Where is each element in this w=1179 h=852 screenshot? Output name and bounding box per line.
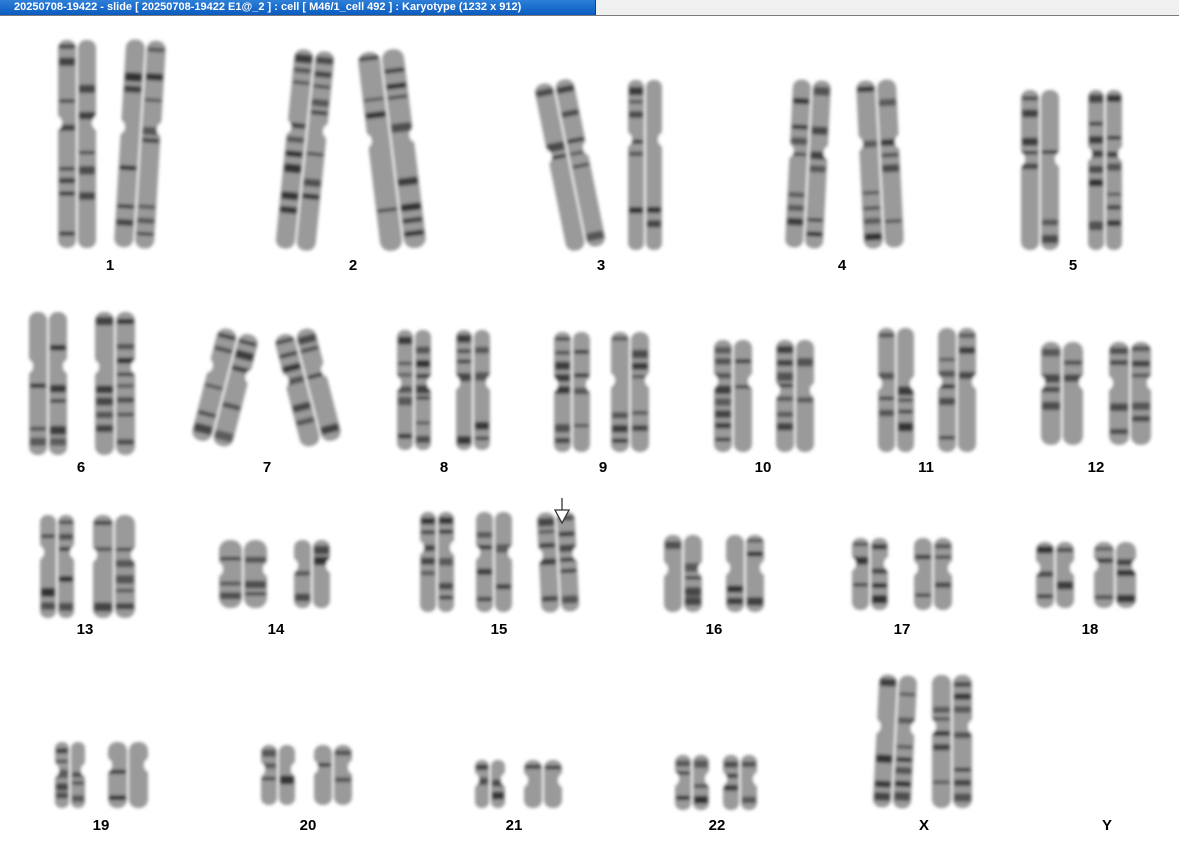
chromosome-5-copy-2[interactable]: [1080, 90, 1130, 250]
chromosome-18-copy-1[interactable]: [1028, 542, 1082, 608]
window-title-bar: 20250708-19422 - slide [ 20250708-19422 …: [0, 0, 1179, 16]
chromosome-16-copy-1[interactable]: [656, 535, 710, 612]
chromosome-20-copy-1[interactable]: [253, 745, 303, 805]
chromosome-label-6: 6: [76, 459, 86, 476]
chromosome-label-5: 5: [1068, 257, 1078, 274]
chromosome-label-16: 16: [705, 621, 723, 638]
chromosome-6-copy-2[interactable]: [87, 312, 143, 455]
chromosome-label-8: 8: [439, 459, 449, 476]
chromosome-17-copy-1[interactable]: [844, 538, 896, 610]
chromosome-4-copy-2[interactable]: [848, 79, 912, 250]
down-arrow-icon: [553, 498, 571, 525]
chromosome-14-copy-2[interactable]: [286, 540, 338, 608]
chromosome-label-21: 21: [505, 817, 523, 834]
chromosome-label-1: 1: [105, 257, 115, 274]
chromosome-label-4: 4: [837, 257, 847, 274]
chromosome-22-copy-1[interactable]: [667, 755, 717, 810]
chromosome-12-copy-2[interactable]: [1101, 342, 1159, 445]
chromosome-label-x: X: [918, 817, 930, 834]
chromosome-21-copy-1[interactable]: [467, 760, 513, 808]
karyotype-canvas: [0, 16, 1179, 847]
chromosome-label-9: 9: [598, 459, 608, 476]
chromosome-label-14: 14: [267, 621, 285, 638]
chromosome-3-copy-1[interactable]: [526, 76, 615, 254]
chromosome-label-2: 2: [348, 257, 358, 274]
chromosome-11-copy-2[interactable]: [930, 328, 984, 452]
chromosome-label-11: 11: [918, 459, 934, 476]
window-title[interactable]: 20250708-19422 - slide [ 20250708-19422 …: [0, 0, 596, 15]
chromosome-9-copy-2[interactable]: [603, 332, 657, 452]
chromosome-label-22: 22: [708, 817, 726, 834]
chromosome-8-copy-1[interactable]: [389, 330, 439, 450]
chromosome-15-copy-2[interactable]: [468, 512, 520, 612]
chromosome-15-copy-3[interactable]: [529, 511, 588, 614]
chromosome-1-copy-2[interactable]: [106, 39, 174, 250]
chromosome-16-copy-2[interactable]: [718, 535, 772, 612]
chromosome-label-7: 7: [262, 459, 272, 476]
chromosome-3-copy-2[interactable]: [620, 80, 670, 250]
chromosome-label-13: 13: [76, 621, 94, 638]
chromosome-2-copy-2[interactable]: [349, 47, 434, 253]
chromosome-2-copy-1[interactable]: [267, 48, 343, 253]
chromosome-18-copy-2[interactable]: [1086, 542, 1144, 608]
chromosome-19-copy-1[interactable]: [47, 742, 93, 808]
chromosome-17-copy-2[interactable]: [906, 538, 960, 610]
chromosome-label-y: Y: [1101, 817, 1113, 834]
chromosome-13-copy-2[interactable]: [85, 515, 143, 618]
chromosome-22-copy-2[interactable]: [715, 755, 765, 810]
chromosome-7-copy-1[interactable]: [183, 325, 268, 451]
chromosome-21-copy-2[interactable]: [516, 760, 570, 808]
chromosome-14-copy-1[interactable]: [211, 540, 275, 608]
chromosome-x-copy-2[interactable]: [924, 675, 980, 808]
chromosome-label-3: 3: [596, 257, 606, 274]
chromosome-4-copy-1[interactable]: [777, 79, 839, 249]
chromosome-label-10: 10: [754, 459, 772, 476]
chromosome-5-copy-1[interactable]: [1013, 90, 1067, 250]
chromosome-13-copy-1[interactable]: [32, 515, 82, 618]
chromosome-19-copy-2[interactable]: [100, 742, 156, 808]
chromosome-7-copy-2[interactable]: [266, 325, 351, 451]
chromosome-15-copy-1[interactable]: [412, 512, 462, 612]
chromosome-label-20: 20: [299, 817, 317, 834]
chromosome-1-copy-1[interactable]: [50, 40, 104, 248]
chromosome-10-copy-2[interactable]: [768, 340, 822, 452]
chromosome-label-19: 19: [92, 817, 110, 834]
chromosome-label-17: 17: [893, 621, 911, 638]
chromosome-6-copy-1[interactable]: [21, 312, 75, 455]
chromosome-label-15: 15: [490, 621, 508, 638]
chromosome-x-copy-1[interactable]: [865, 674, 926, 810]
chromosome-label-12: 12: [1087, 459, 1105, 476]
chromosome-10-copy-1[interactable]: [706, 340, 760, 452]
chromosome-label-18: 18: [1081, 621, 1099, 638]
chromosome-11-copy-1[interactable]: [870, 328, 922, 452]
chromosome-20-copy-2[interactable]: [306, 745, 360, 805]
karyotype-image: [21, 39, 1159, 810]
chromosome-12-copy-1[interactable]: [1033, 342, 1091, 445]
chromosome-8-copy-2[interactable]: [448, 330, 498, 450]
chromosome-9-copy-1[interactable]: [546, 332, 598, 452]
